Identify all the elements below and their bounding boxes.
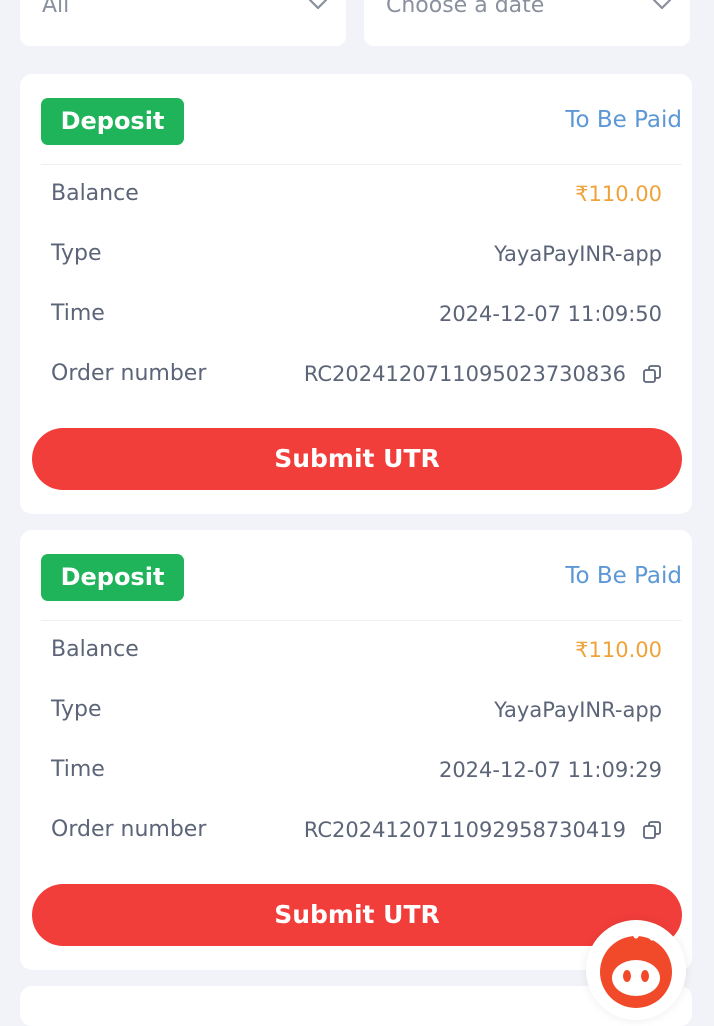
chat-support-button[interactable] [586, 920, 686, 1020]
date-filter-placeholder: Choose a date [386, 0, 545, 18]
order-number-value: RC2024120711095023730836 [303, 362, 626, 386]
order-status: To Be Paid [565, 107, 682, 133]
card-divider [41, 620, 682, 621]
chat-support-icon [600, 925, 672, 1008]
category-filter-select[interactable]: All [20, 0, 346, 46]
order-number-value-group: RC2024120711092958730419 [304, 812, 662, 848]
time-value: 2024-12-07 11:09:29 [438, 758, 662, 782]
order-status: To Be Paid [565, 563, 682, 589]
copy-icon[interactable] [642, 820, 662, 840]
type-row: Type YayaPayINR-app [51, 236, 662, 272]
card-divider [41, 164, 682, 165]
type-row: Type YayaPayINR-app [51, 692, 662, 728]
time-label: Time [51, 757, 105, 782]
time-row: Time 2024-12-07 11:09:50 [51, 296, 662, 332]
category-filter-value: All [42, 0, 70, 18]
order-card: Deposit To Be Paid Balance ₹110.00 Type … [20, 74, 692, 514]
balance-value: ₹110.00 [575, 182, 662, 206]
chevron-down-icon [308, 0, 328, 10]
type-label: Type [51, 241, 102, 266]
order-number-label: Order number [51, 817, 207, 842]
order-type-badge: Deposit [41, 554, 184, 601]
copy-icon[interactable] [642, 364, 662, 384]
filter-bar: All Choose a date [0, 0, 714, 60]
order-number-row: Order number RC2024120711095023730836 [51, 356, 662, 392]
balance-label: Balance [51, 637, 139, 662]
order-card: Deposit To Be Paid Balance ₹110.00 Type … [20, 530, 692, 970]
type-value: YayaPayINR-app [494, 242, 662, 266]
balance-value: ₹110.00 [575, 638, 662, 662]
order-number-row: Order number RC2024120711092958730419 [51, 812, 662, 848]
balance-row: Balance ₹110.00 [51, 176, 662, 212]
chevron-down-icon [652, 0, 672, 10]
time-value: 2024-12-07 11:09:50 [438, 302, 662, 326]
submit-utr-button[interactable]: Submit UTR [32, 884, 682, 946]
type-label: Type [51, 697, 102, 722]
order-number-value: RC2024120711092958730419 [303, 818, 626, 842]
order-number-value-group: RC2024120711095023730836 [304, 356, 662, 392]
submit-utr-button[interactable]: Submit UTR [32, 428, 682, 490]
order-number-label: Order number [51, 361, 207, 386]
date-filter-select[interactable]: Choose a date [364, 0, 690, 46]
time-label: Time [51, 301, 105, 326]
time-row: Time 2024-12-07 11:09:29 [51, 752, 662, 788]
order-type-badge: Deposit [41, 98, 184, 145]
balance-label: Balance [51, 181, 139, 206]
type-value: YayaPayINR-app [494, 698, 662, 722]
balance-row: Balance ₹110.00 [51, 632, 662, 668]
